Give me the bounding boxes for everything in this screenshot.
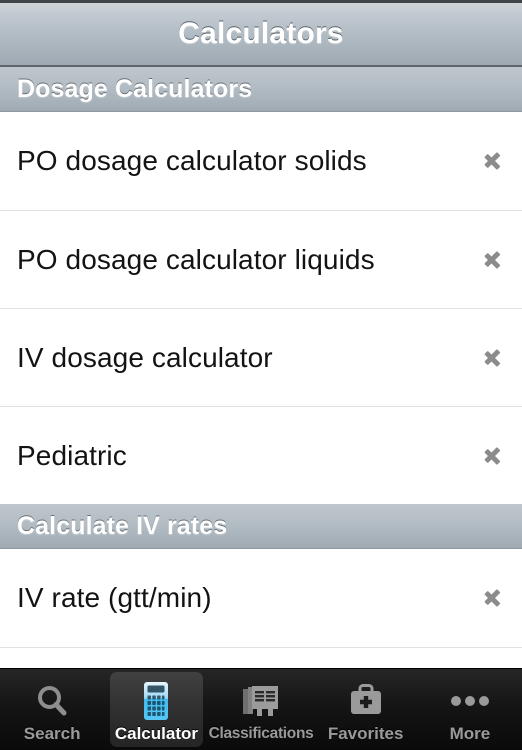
list-item-pediatric[interactable]: Pediatric [0,406,522,504]
calculator-icon [134,679,178,723]
medical-bag-icon [344,679,388,723]
list-item-label: PO dosage calculator liquids [17,243,375,275]
navigation-bar: Calculators [0,0,522,67]
tab-label: More [449,724,491,743]
tab-label: Favorites [327,724,404,743]
tab-more[interactable]: More [418,669,522,750]
section-header-label: Calculate IV rates [17,511,228,540]
chevron-right-icon [483,439,503,473]
section-header-dosage-calculators: Dosage Calculators [0,67,522,112]
list-item-po-dosage-liquids[interactable]: PO dosage calculator liquids [0,210,522,308]
tab-label: Classifications [208,725,314,742]
tab-favorites[interactable]: Favorites [313,669,417,750]
tab-label: Calculator [114,724,198,743]
list-item-po-dosage-solids[interactable]: PO dosage calculator solids [0,112,522,210]
tab-search[interactable]: Search [0,669,104,750]
tab-label: Search [23,724,81,743]
search-icon [30,679,74,723]
section-header-label: Dosage Calculators [17,74,253,103]
chevron-right-icon [483,144,503,178]
tab-calculator[interactable]: Calculator [104,669,208,750]
tab-bar: Search Calculator Classifications Favori… [0,668,522,750]
list-empty-space [0,648,522,668]
page-title: Calculators [178,17,344,50]
list-item-label: IV rate (gtt/min) [17,582,212,613]
ellipsis-icon [448,679,492,723]
chevron-right-icon [483,341,503,375]
list-item-iv-rate-gtt-min[interactable]: IV rate (gtt/min) [0,549,522,647]
list-item-iv-dosage-calculator[interactable]: IV dosage calculator [0,308,522,406]
list-item-label: Pediatric [17,439,127,471]
section-header-calculate-iv-rates: Calculate IV rates [0,504,522,549]
list-item-label: IV dosage calculator [17,341,273,373]
calculators-screen: Calculators Dosage Calculators PO dosage… [0,0,522,750]
classifications-icon [239,680,283,724]
tab-classifications[interactable]: Classifications [209,669,314,750]
chevron-right-icon [483,243,503,277]
calculators-list: Dosage Calculators PO dosage calculator … [0,67,522,668]
list-item-label: PO dosage calculator solids [17,145,367,176]
chevron-right-icon [483,581,503,615]
